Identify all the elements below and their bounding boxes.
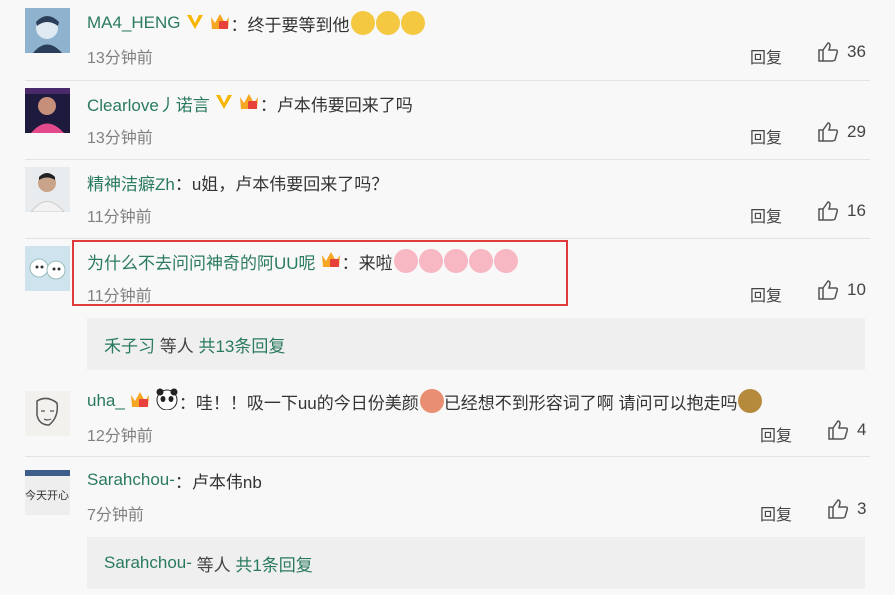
reply-button[interactable]: 回复 bbox=[750, 282, 782, 306]
worried-face-icon bbox=[400, 11, 425, 35]
worried-face-icon bbox=[375, 11, 400, 35]
username-link[interactable]: Sarahchou- bbox=[87, 470, 175, 490]
reply-button[interactable]: 回复 bbox=[750, 44, 782, 68]
detective-icon bbox=[738, 389, 763, 413]
verified-v-icon bbox=[185, 12, 205, 35]
comment-time: 13分钟前 bbox=[87, 50, 153, 67]
worried-face-icon bbox=[350, 11, 375, 35]
thumbs-up-icon bbox=[818, 201, 839, 221]
avatar[interactable] bbox=[25, 167, 70, 212]
like-button[interactable]: 16 bbox=[817, 200, 866, 222]
comment-text: 卢本伟要回来了吗 bbox=[276, 95, 413, 115]
reply-button[interactable]: 回复 bbox=[760, 501, 792, 525]
thumbs-up-icon bbox=[828, 420, 849, 440]
crying-face-icon bbox=[419, 389, 444, 413]
username-link[interactable]: 精神洁癖Zh bbox=[87, 170, 175, 195]
colon: ： bbox=[230, 15, 248, 35]
comment-line: 精神洁癖Zh ： u姐，卢本伟要回来了吗？ bbox=[87, 167, 388, 197]
comment-line: uha_ ： 哇！！吸一下uu的今日份美颜 已经想不到形容词了啊 请问可以抱走吗 bbox=[87, 386, 763, 416]
vip-crown-icon bbox=[129, 389, 151, 414]
avatar[interactable] bbox=[25, 391, 70, 436]
thumbs-up-icon bbox=[828, 499, 849, 519]
comment-line: Sarahchou- ： 卢本伟nb bbox=[87, 465, 262, 495]
panda-icon bbox=[155, 388, 179, 415]
reply-users-link[interactable]: 禾子习 bbox=[87, 332, 155, 357]
vip-crown-icon bbox=[238, 91, 260, 116]
colon: ： bbox=[174, 472, 192, 492]
comment-time: 13分钟前 bbox=[87, 130, 153, 147]
comment-text: u姐，卢本伟要回来了吗？ bbox=[191, 174, 389, 194]
comment-text-continued: 已经想不到形容词了啊 请问可以抱走吗 bbox=[443, 393, 738, 413]
comment-line: MA4_HENG ： 终于要等到他 bbox=[87, 8, 425, 38]
like-button[interactable]: 29 bbox=[817, 121, 866, 143]
thumbs-up-icon bbox=[818, 280, 839, 300]
reply-button[interactable]: 回复 bbox=[750, 124, 782, 148]
divider bbox=[25, 456, 870, 457]
divider bbox=[25, 80, 870, 81]
divider bbox=[25, 238, 870, 239]
colon: ： bbox=[174, 174, 192, 194]
like-count: 10 bbox=[847, 280, 866, 299]
colon: ： bbox=[259, 95, 277, 115]
colon: ： bbox=[178, 393, 196, 413]
like-count: 29 bbox=[847, 122, 866, 141]
like-button[interactable]: 4 bbox=[827, 419, 866, 441]
like-button[interactable]: 10 bbox=[817, 279, 866, 301]
comment-time: 11分钟前 bbox=[87, 209, 152, 226]
avatar[interactable] bbox=[25, 8, 70, 53]
reply-button[interactable]: 回复 bbox=[760, 422, 792, 446]
comment-text: 哇！！吸一下uu的今日份美颜 bbox=[195, 393, 419, 413]
username-link[interactable]: Clearlove丿诺言 bbox=[87, 91, 210, 116]
reply-users-link[interactable]: Sarahchou- bbox=[87, 553, 192, 573]
more-replies-bar[interactable]: 禾子习 等人 共13条回复 bbox=[87, 318, 865, 370]
reply-users-middle: 等人 bbox=[155, 336, 199, 356]
like-count: 16 bbox=[847, 201, 866, 220]
avatar[interactable]: 今天开心 bbox=[25, 470, 70, 515]
comment-time: 12分钟前 bbox=[87, 428, 153, 445]
avatar[interactable] bbox=[25, 246, 70, 291]
username-link[interactable]: MA4_HENG bbox=[87, 13, 181, 33]
like-count: 36 bbox=[847, 42, 866, 61]
username-link[interactable]: uha_ bbox=[87, 391, 125, 411]
reply-users-middle: 等人 bbox=[191, 555, 236, 575]
divider bbox=[25, 159, 870, 160]
comment-time: 7分钟前 bbox=[87, 507, 144, 524]
comment-line: Clearlove丿诺言 ： 卢本伟要回来了吗 bbox=[87, 88, 413, 118]
highlight-box bbox=[72, 240, 568, 306]
more-replies-bar[interactable]: Sarahchou- 等人 共1条回复 bbox=[87, 537, 865, 589]
avatar[interactable] bbox=[25, 88, 70, 133]
avatar-text: 今天开心 bbox=[25, 488, 69, 502]
vip-crown-icon bbox=[209, 11, 231, 36]
like-count: 4 bbox=[857, 420, 867, 439]
reply-button[interactable]: 回复 bbox=[750, 203, 782, 227]
verified-v-icon bbox=[214, 92, 234, 115]
thumbs-up-icon bbox=[818, 122, 839, 142]
reply-count-link[interactable]: 共1条回复 bbox=[235, 551, 312, 576]
comment-text: 卢本伟nb bbox=[191, 472, 262, 492]
like-button[interactable]: 36 bbox=[817, 41, 866, 63]
reply-count-link[interactable]: 共13条回复 bbox=[198, 332, 285, 357]
like-button[interactable]: 3 bbox=[827, 498, 866, 520]
thumbs-up-icon bbox=[818, 42, 839, 62]
comment-text: 终于要等到他 bbox=[247, 15, 350, 35]
like-count: 3 bbox=[857, 499, 867, 518]
